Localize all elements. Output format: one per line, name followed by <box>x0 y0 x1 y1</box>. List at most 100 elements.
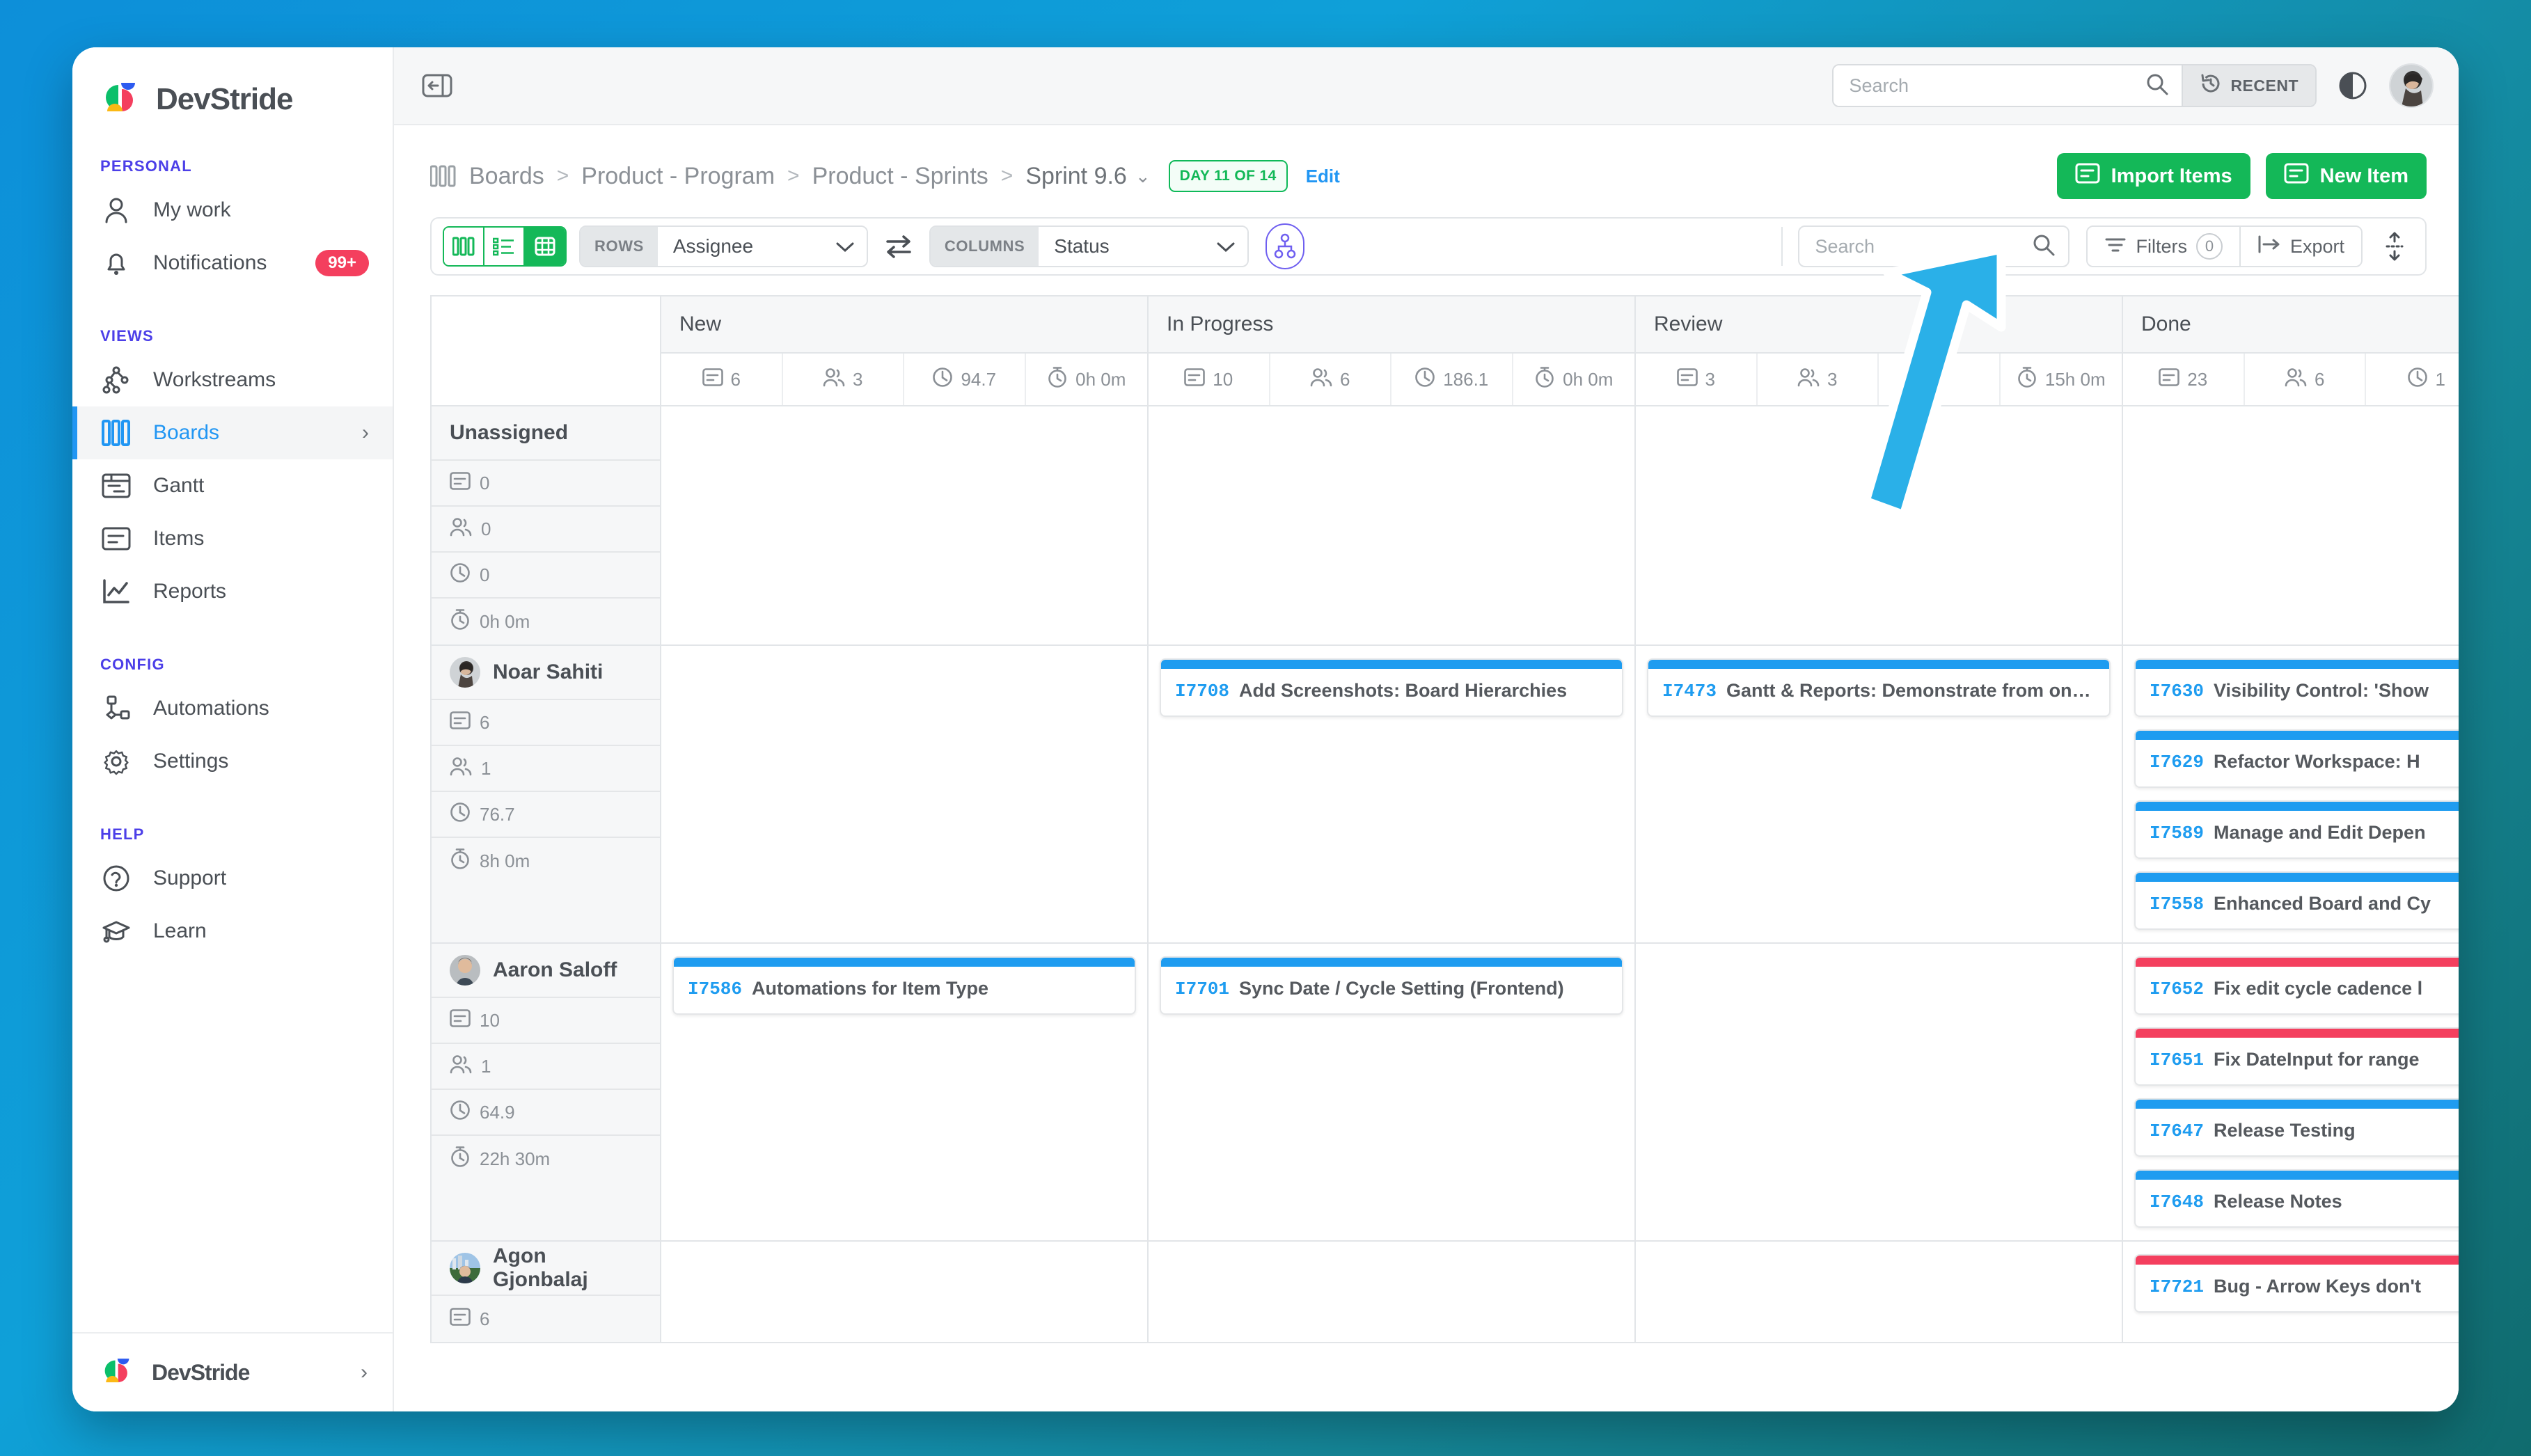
sidebar-item-support[interactable]: Support <box>72 852 393 905</box>
card-id[interactable]: I7558 <box>2150 894 2204 915</box>
chevron-right-icon[interactable]: › <box>362 422 369 443</box>
hierarchy-toggle-button[interactable] <box>1266 223 1305 269</box>
board-lane[interactable] <box>1636 944 2123 1242</box>
card-id[interactable]: I7589 <box>2150 823 2204 844</box>
board-lane[interactable]: I7652 Fix edit cycle cadence l I7651 Fix Da… <box>2123 944 2459 1242</box>
board-lane[interactable] <box>1149 1242 1636 1343</box>
view-mode-board[interactable] <box>444 228 484 265</box>
sidebar-item-learn[interactable]: Learn <box>72 905 393 958</box>
board-lane[interactable] <box>661 1242 1149 1343</box>
import-items-button[interactable]: Import Items <box>2056 153 2250 199</box>
board-lane[interactable] <box>1636 1242 2123 1343</box>
sidebar-item-automations[interactable]: Automations <box>72 682 393 735</box>
export-button[interactable]: Export <box>2240 227 2361 266</box>
view-mode-grid[interactable] <box>525 228 565 265</box>
sidebar-item-settings[interactable]: Settings <box>72 735 393 788</box>
swap-rows-columns-icon[interactable] <box>881 228 917 264</box>
sidebar-item-label: Notifications <box>153 251 267 274</box>
board-card[interactable]: I7473 Gantt & Reports: Demonstrate from o… <box>1647 658 2111 717</box>
board-card[interactable]: I7708 Add Screenshots: Board Hierarchies <box>1160 658 1623 717</box>
board-card[interactable]: I7558 Enhanced Board and Cy <box>2134 871 2459 930</box>
view-mode-list[interactable] <box>484 228 525 265</box>
breadcrumb-item-3[interactable]: Sprint 9.6 <box>1025 163 1127 190</box>
row-name[interactable]: Noar Sahiti <box>432 646 660 700</box>
card-id[interactable]: I7701 <box>1175 979 1229 999</box>
breadcrumb-item-2[interactable]: Product - Sprints <box>812 163 988 190</box>
board-card[interactable]: I7648 Release Notes <box>2134 1169 2459 1228</box>
board-lane[interactable] <box>1636 406 2123 646</box>
board-card[interactable]: I7652 Fix edit cycle cadence l <box>2134 956 2459 1015</box>
board-card[interactable]: I7651 Fix DateInput for range <box>2134 1027 2459 1086</box>
board-lane[interactable]: I7630 Visibility Control: 'Show I7629 Refac… <box>2123 646 2459 944</box>
sidebar-item-my-work[interactable]: My work <box>72 184 393 237</box>
card-title: Bug - Arrow Keys don't <box>2214 1276 2421 1297</box>
sidebar-item-gantt[interactable]: Gantt <box>72 459 393 512</box>
board-lane[interactable] <box>661 646 1149 944</box>
board-column-header-new[interactable]: New <box>661 296 1149 354</box>
theme-toggle-icon[interactable] <box>2335 68 2371 104</box>
sidebar-item-boards[interactable]: Boards › <box>72 406 393 459</box>
sidebar-item-notifications[interactable]: Notifications 99+ <box>72 237 393 290</box>
board-lane[interactable] <box>2123 406 2459 646</box>
board-card[interactable]: I7629 Refactor Workspace: H <box>2134 729 2459 788</box>
board-search-field[interactable] <box>1798 225 2070 267</box>
board-card[interactable]: I7701 Sync Date / Cycle Setting (Frontend… <box>1160 956 1623 1015</box>
card-id[interactable]: I7648 <box>2150 1192 2204 1212</box>
edit-sprint-link[interactable]: Edit <box>1306 166 1340 187</box>
board-scroll-area[interactable]: New In Progress Review Done 6 3 94.7 0h 0m 10 6 18… <box>430 295 2459 1411</box>
board-lane[interactable]: I7586 Automations for Item Type <box>661 944 1149 1242</box>
row-name[interactable]: Agon Gjonbalaj <box>432 1242 660 1296</box>
card-type-bar <box>1161 958 1622 967</box>
card-id[interactable]: I7652 <box>2150 979 2204 999</box>
search-icon[interactable] <box>2032 233 2056 260</box>
card-id[interactable]: I7647 <box>2150 1121 2204 1141</box>
workspace-switcher[interactable]: DevStride › <box>72 1332 393 1411</box>
board-column-header-review[interactable]: Review <box>1636 296 2123 354</box>
card-id[interactable]: I7630 <box>2150 681 2204 702</box>
board-lane[interactable]: I7708 Add Screenshots: Board Hierarchies <box>1149 646 1636 944</box>
breadcrumb-item-0[interactable]: Boards <box>469 163 544 190</box>
search-icon[interactable] <box>2145 72 2169 100</box>
global-search-input[interactable] <box>1849 74 2139 97</box>
board-column-stats: 6 3 94.7 0h 0m <box>661 354 1149 406</box>
board-card[interactable]: I7586 Automations for Item Type <box>672 956 1136 1015</box>
card-type-bar <box>2136 1100 2459 1109</box>
board-column-header-in-progress[interactable]: In Progress <box>1149 296 1636 354</box>
chevron-down-icon[interactable]: ⌄ <box>1127 166 1151 187</box>
board-lane[interactable]: I7701 Sync Date / Cycle Setting (Frontend… <box>1149 944 1636 1242</box>
card-id[interactable]: I7651 <box>2150 1050 2204 1070</box>
columns-select[interactable]: Status <box>1039 227 1248 266</box>
board-lane[interactable]: I7721 Bug - Arrow Keys don't <box>2123 1242 2459 1343</box>
card-id[interactable]: I7721 <box>2150 1276 2204 1297</box>
expand-collapse-rows-icon[interactable] <box>2375 227 2414 266</box>
sidebar-item-workstreams[interactable]: Workstreams <box>72 354 393 406</box>
filters-button[interactable]: Filters 0 <box>2088 227 2241 266</box>
board-card[interactable]: I7647 Release Testing <box>2134 1098 2459 1157</box>
board-card[interactable]: I7721 Bug - Arrow Keys don't <box>2134 1254 2459 1313</box>
breadcrumb-item-1[interactable]: Product - Program <box>581 163 775 190</box>
board-lane[interactable]: I7473 Gantt & Reports: Demonstrate from o… <box>1636 646 2123 944</box>
board-search-input[interactable] <box>1815 235 2026 258</box>
card-id[interactable]: I7586 <box>688 979 742 999</box>
card-id[interactable]: I7708 <box>1175 681 1229 702</box>
board-card[interactable]: I7589 Manage and Edit Depen <box>2134 800 2459 859</box>
brand-logo-row[interactable]: DevStride <box>72 47 393 120</box>
recent-button[interactable]: RECENT <box>2182 65 2315 106</box>
card-id[interactable]: I7473 <box>1662 681 1717 702</box>
board-lane[interactable] <box>1149 406 1636 646</box>
card-id[interactable]: I7629 <box>2150 752 2204 773</box>
collapse-sidebar-icon[interactable] <box>418 66 457 105</box>
new-item-button[interactable]: New Item <box>2265 153 2427 199</box>
top-bar-right: RECENT <box>1832 63 2434 108</box>
row-name[interactable]: Unassigned <box>432 406 660 461</box>
row-name[interactable]: Aaron Saloff <box>432 944 660 998</box>
board-column-header-done[interactable]: Done <box>2123 296 2459 354</box>
global-search-field[interactable] <box>1834 65 2182 106</box>
column-stat-time: 15h 0m <box>2001 354 2122 405</box>
user-avatar[interactable] <box>2389 63 2434 108</box>
sidebar-item-reports[interactable]: Reports <box>72 565 393 618</box>
board-card[interactable]: I7630 Visibility Control: 'Show <box>2134 658 2459 717</box>
sidebar-item-items[interactable]: Items <box>72 512 393 565</box>
board-lane[interactable] <box>661 406 1149 646</box>
rows-select[interactable]: Assignee <box>657 227 867 266</box>
